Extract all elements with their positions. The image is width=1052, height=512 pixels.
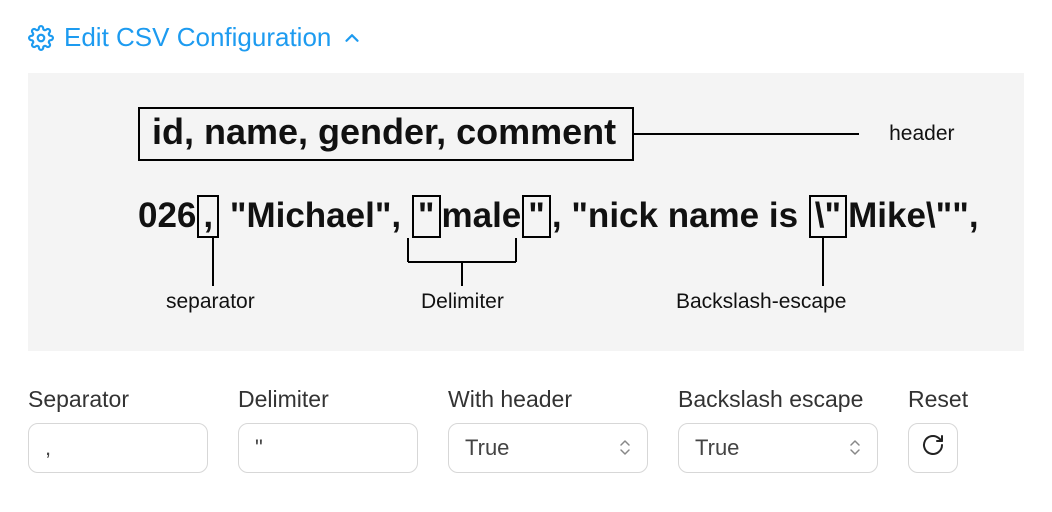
backslash-escape-value: True xyxy=(695,435,739,461)
delimiter-highlight-open: " xyxy=(412,195,441,238)
backslash-escape-label: Backslash escape xyxy=(678,386,878,413)
with-header-label: With header xyxy=(448,386,648,413)
separator-callout-label: separator xyxy=(166,290,255,314)
separator-label: Separator xyxy=(28,386,208,413)
csv-row-text: Mike\"", xyxy=(848,196,978,236)
separator-input[interactable] xyxy=(28,423,208,473)
csv-header-example: id, name, gender, comment xyxy=(138,107,634,161)
with-header-select[interactable]: True xyxy=(448,423,648,473)
header-callout-label: header xyxy=(889,122,954,146)
csv-row-example: 026 , "Michael", " male " , "nick name i… xyxy=(138,195,964,238)
delimiter-input[interactable] xyxy=(238,423,418,473)
reset-label: Reset xyxy=(908,386,968,413)
edit-csv-config-toggle[interactable]: Edit CSV Configuration xyxy=(28,22,363,53)
gear-icon xyxy=(28,25,54,51)
csv-row-text: 026 xyxy=(138,196,196,236)
callouts-area: separator Delimiter Backslash-escape xyxy=(138,238,964,323)
controls-row: Separator Delimiter With header True Bac… xyxy=(28,386,1024,473)
separator-highlight: , xyxy=(197,195,219,238)
escape-highlight: \" xyxy=(809,195,847,238)
refresh-icon xyxy=(921,433,945,462)
callout-connector xyxy=(634,133,859,135)
chevron-up-icon xyxy=(341,27,363,49)
config-title: Edit CSV Configuration xyxy=(64,22,331,53)
csv-row-text: , "nick name is xyxy=(552,196,808,236)
backslash-escape-select[interactable]: True xyxy=(678,423,878,473)
with-header-value: True xyxy=(465,435,509,461)
reset-button[interactable] xyxy=(908,423,958,473)
delimiter-callout-label: Delimiter xyxy=(421,290,504,314)
csv-row-text: "Michael", xyxy=(220,196,411,236)
csv-illustration-panel: id, name, gender, comment header 026 , "… xyxy=(28,73,1024,351)
escape-callout-label: Backslash-escape xyxy=(676,290,846,314)
delimiter-highlight-close: " xyxy=(522,195,551,238)
stepper-icon xyxy=(849,439,861,456)
stepper-icon xyxy=(619,439,631,456)
csv-row-text: male xyxy=(442,196,522,236)
delimiter-label: Delimiter xyxy=(238,386,418,413)
